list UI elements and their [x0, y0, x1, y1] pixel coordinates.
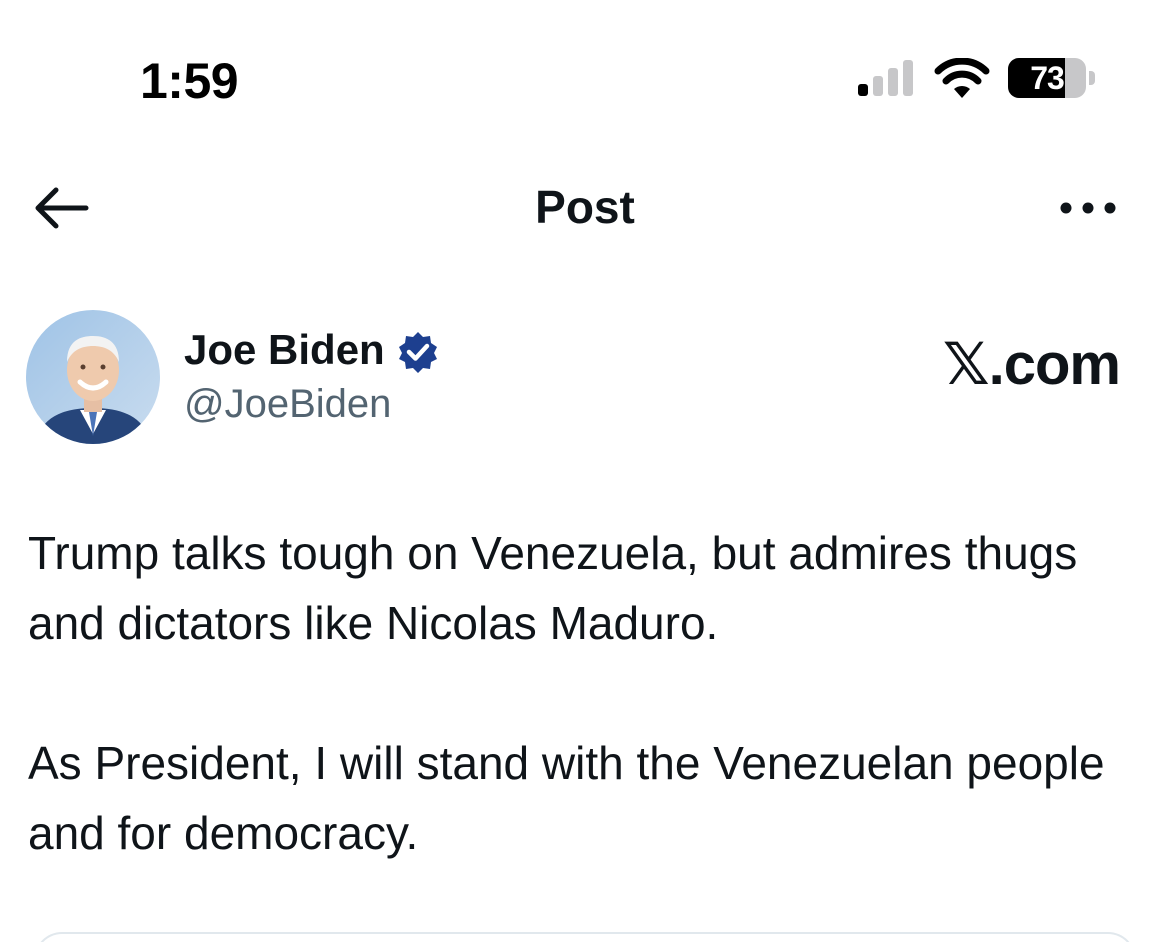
post-screen: 1:59 73 Post Joe Biden @JoeBiden 𝕏.com T…: [0, 0, 1170, 942]
media-card-edge: [34, 932, 1136, 942]
cellular-signal-icon: [858, 60, 913, 96]
post-paragraph: As President, I will stand with the Vene…: [28, 737, 1105, 859]
wifi-icon: [934, 58, 990, 98]
more-horizontal-icon[interactable]: [1058, 198, 1118, 218]
page-title: Post: [535, 181, 635, 233]
battery-level: 73: [1030, 60, 1065, 96]
avatar[interactable]: [26, 310, 160, 444]
post-text: Trump talks tough on Venezuela, but admi…: [28, 518, 1138, 868]
battery-body: 73: [1008, 58, 1086, 98]
author-handle[interactable]: @JoeBiden: [184, 382, 391, 427]
battery-cap: [1089, 71, 1095, 85]
post-paragraph: Trump talks tough on Venezuela, but admi…: [28, 527, 1078, 649]
verified-badge-icon: [399, 332, 437, 373]
brand-watermark: 𝕏.com: [942, 332, 1121, 397]
author-name[interactable]: Joe Biden: [184, 326, 385, 374]
battery-indicator: 73: [1008, 58, 1098, 98]
status-time: 1:59: [140, 53, 239, 109]
